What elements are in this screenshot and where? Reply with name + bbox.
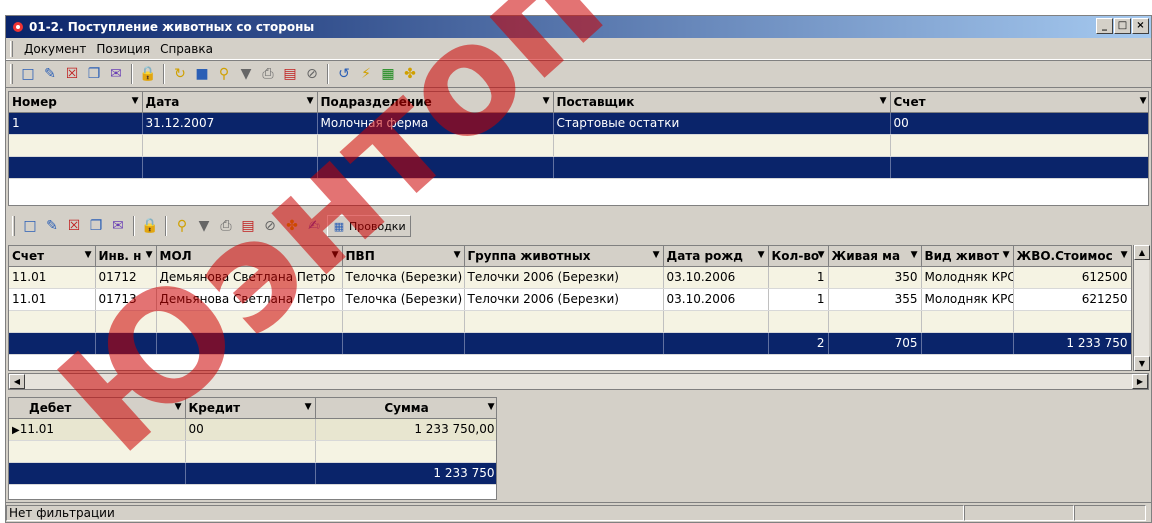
new-row[interactable] — [9, 134, 1148, 157]
col-sum[interactable]: Сумма ▼ — [315, 398, 496, 419]
status-bar: Нет фильтрации — [6, 502, 1151, 522]
main-toolbar: □ ✎ ☒ ❐ ✉ 🔒 ↻ ■ ⚲ ▼ ⎙ ▤ ⊘ ↺ ⚡ ▦ ✤ — [6, 60, 1151, 88]
lock-icon[interactable]: 🔒 — [139, 65, 157, 83]
documents-grid: Номер ▼ Дата ▼ Подразделение ▼ Поставщик ▼ С… — [8, 91, 1149, 206]
app-window: 01-2. Поступление животных со стороны _ … — [5, 15, 1152, 523]
menu-help[interactable]: Справка — [155, 40, 218, 58]
copy-icon[interactable]: ❐ — [85, 65, 103, 83]
print-preview-icon[interactable]: ▤ — [239, 217, 257, 235]
edit-icon[interactable]: ✎ — [41, 65, 59, 83]
scroll-left-icon[interactable]: ◀ — [9, 374, 25, 389]
edit-doc-icon[interactable]: ✉ — [109, 217, 127, 235]
menu-document[interactable]: Документ — [19, 40, 91, 58]
toolbar-grip — [10, 64, 13, 84]
open-icon[interactable]: ↻ — [171, 65, 189, 83]
window-title: 01-2. Поступление животных со стороны — [29, 20, 315, 34]
filter-status: Нет фильтрации — [6, 504, 964, 521]
book-icon[interactable]: ✤ — [401, 65, 419, 83]
copy-icon[interactable]: ❐ — [87, 217, 105, 235]
col-extra[interactable]: С — [1131, 246, 1132, 266]
minimize-button[interactable]: _ — [1096, 18, 1113, 34]
totals-row: 2 705 1 233 750 — [9, 332, 1131, 355]
table-row[interactable]: ▶11.01 00 1 233 750,00 — [9, 418, 496, 441]
menu-position[interactable]: Позиция — [91, 40, 155, 58]
col-supplier[interactable]: Поставщик ▼ — [553, 92, 891, 113]
new-doc-icon[interactable]: □ — [21, 217, 39, 235]
edit-doc-icon[interactable]: ✉ — [107, 65, 125, 83]
book-icon[interactable]: ✤ — [283, 217, 301, 235]
new-row[interactable] — [9, 310, 1131, 333]
row-pointer-icon: ▶ — [12, 425, 20, 436]
totals-row — [9, 156, 1148, 179]
attach-icon[interactable]: ⊘ — [303, 65, 321, 83]
col-date[interactable]: Дата ▼ — [142, 92, 318, 113]
binoculars-icon[interactable]: ⚲ — [173, 217, 191, 235]
save-icon[interactable]: ■ — [193, 65, 211, 83]
menu-bar: Документ Позиция Справка — [6, 38, 1151, 60]
menu-grip — [10, 40, 13, 57]
col-mol[interactable]: МОЛ ▼ — [156, 246, 343, 267]
col-account[interactable]: Счет ▼ — [890, 92, 1148, 113]
lightning-icon[interactable]: ⚡ — [357, 65, 375, 83]
postings-icon: ▦ — [333, 219, 345, 233]
positions-grid: Счет ▼ Инв. н ▼ МОЛ ▼ ПВП ▼ Группа животных ▼… — [8, 245, 1132, 371]
maximize-button[interactable]: □ — [1114, 18, 1131, 34]
filter-icon[interactable]: ▼ — [237, 65, 255, 83]
col-number[interactable]: Номер ▼ — [9, 92, 143, 113]
app-icon — [12, 21, 24, 33]
print-preview-icon[interactable]: ▤ — [281, 65, 299, 83]
attach-icon[interactable]: ⊘ — [261, 217, 279, 235]
col-cost[interactable]: ЖВО.Стоимос ▼ — [1013, 246, 1131, 267]
filter-icon[interactable]: ▼ — [195, 217, 213, 235]
col-credit[interactable]: Кредит ▼ — [185, 398, 316, 419]
edit-icon[interactable]: ✎ — [43, 217, 61, 235]
scroll-up-icon[interactable]: ▲ — [1134, 245, 1150, 260]
col-quantity[interactable]: Кол-во ▼ — [768, 246, 829, 267]
totals-row: 1 233 750 — [9, 462, 496, 485]
scroll-right-icon[interactable]: ▶ — [1132, 374, 1148, 389]
print-icon[interactable]: ⎙ — [259, 65, 277, 83]
col-animal-group[interactable]: Группа животных ▼ — [464, 246, 664, 267]
table-row[interactable]: 11.01 01713 Демьянова Светлана Петро Тел… — [9, 288, 1131, 311]
positions-toolbar: □ ✎ ☒ ❐ ✉ 🔒 ⚲ ▼ ⎙ ▤ ⊘ ✤ ✍ ▦ Проводки — [8, 212, 1149, 240]
positions-vscroll[interactable]: ▲ ▼ — [1133, 245, 1150, 371]
col-animal-type[interactable]: Вид живот ▼ — [921, 246, 1014, 267]
col-birth-date[interactable]: Дата рожд ▼ — [663, 246, 769, 267]
new-row[interactable] — [9, 440, 496, 463]
col-pvp[interactable]: ПВП ▼ — [342, 246, 465, 267]
col-inv-number[interactable]: Инв. н ▼ — [95, 246, 157, 267]
binoculars-icon[interactable]: ⚲ — [215, 65, 233, 83]
print-icon[interactable]: ⎙ — [217, 217, 235, 235]
table-row[interactable]: 1 31.12.2007 Молочная ферма Стартовые ос… — [9, 112, 1148, 135]
edit-note-icon[interactable]: ✍ — [305, 217, 323, 235]
col-subdivision[interactable]: Подразделение ▼ — [317, 92, 554, 113]
lock-icon[interactable]: 🔒 — [141, 217, 159, 235]
new-doc-icon[interactable]: □ — [19, 65, 37, 83]
postings-grid: Дебет ▼ Кредит ▼ Сумма ▼ ▶11.01 00 1 233 75… — [8, 397, 497, 500]
col-account[interactable]: Счет ▼ — [9, 246, 96, 267]
close-button[interactable]: × — [1132, 18, 1149, 34]
delete-icon[interactable]: ☒ — [65, 217, 83, 235]
positions-hscroll[interactable]: ◀ ▶ — [8, 373, 1149, 390]
col-live-mass[interactable]: Живая ма ▼ — [828, 246, 922, 267]
postings-button[interactable]: ▦ Проводки — [327, 215, 411, 237]
delete-icon[interactable]: ☒ — [63, 65, 81, 83]
col-debit[interactable]: Дебет ▼ — [9, 398, 186, 419]
scroll-down-icon[interactable]: ▼ — [1134, 356, 1150, 371]
calculator-icon[interactable]: ▦ — [379, 65, 397, 83]
title-bar: 01-2. Поступление животных со стороны _ … — [6, 16, 1151, 38]
table-row[interactable]: 11.01 01712 Демьянова Светлана Петро Тел… — [9, 266, 1131, 289]
refresh-icon[interactable]: ↺ — [335, 65, 353, 83]
